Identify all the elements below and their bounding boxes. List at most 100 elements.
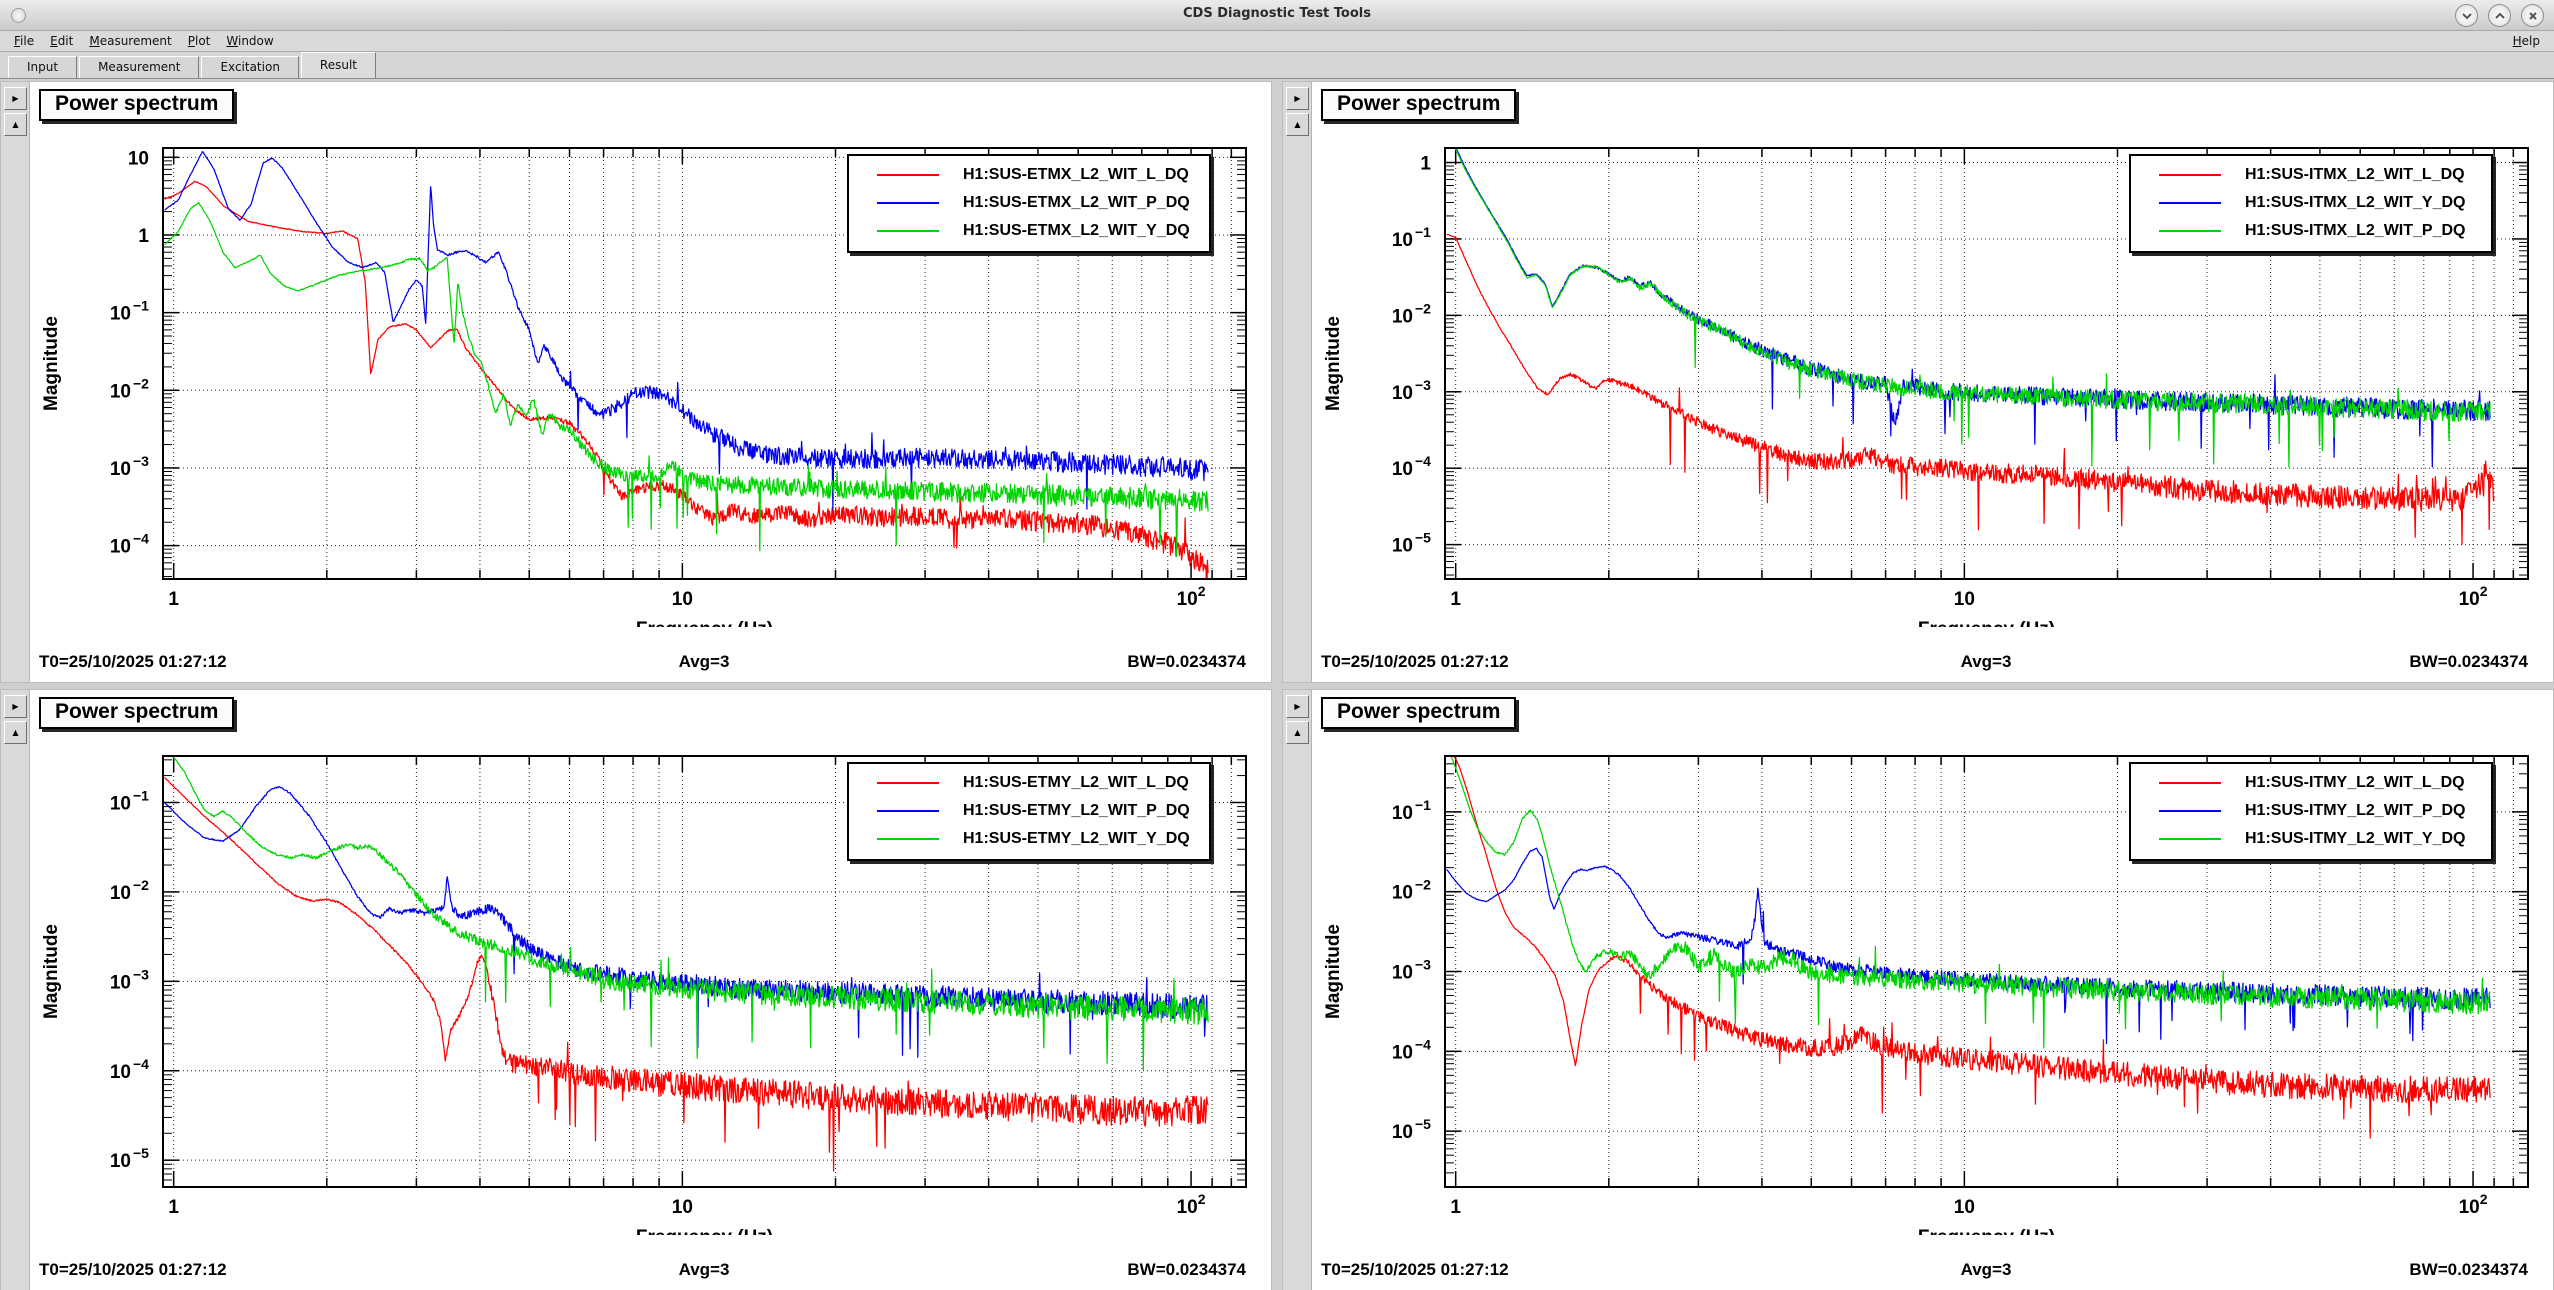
svg-text:−2: −2 xyxy=(133,877,149,893)
tab-input[interactable]: Input xyxy=(8,56,77,78)
svg-text:10: 10 xyxy=(1954,589,1975,610)
plot-title: Power spectrum xyxy=(1321,89,1516,121)
tab-excitation[interactable]: Excitation xyxy=(201,56,298,78)
svg-text:−4: −4 xyxy=(1415,1036,1431,1052)
menu-edit[interactable]: Edit xyxy=(42,33,81,49)
plot-title: Power spectrum xyxy=(39,697,234,729)
maximize-button[interactable] xyxy=(2488,4,2511,27)
plot-legend: H1:SUS-ITMX_L2_WIT_L_DQ H1:SUS-ITMX_L2_WI… xyxy=(2129,154,2493,253)
legend-channel-name: H1:SUS-ITMX_L2_WIT_Y_DQ xyxy=(2245,194,2465,212)
footer-start-time: T0=25/10/2025 01:27:12 xyxy=(39,652,227,672)
svg-text:10: 10 xyxy=(1392,536,1413,557)
plot-footer: T0=25/10/2025 01:27:12Avg=3BW=0.0234374 xyxy=(1,1260,1271,1284)
legend-channel-name: H1:SUS-ITMX_L2_WIT_P_DQ xyxy=(2245,222,2465,240)
legend-channel-name: H1:SUS-ITMX_L2_WIT_L_DQ xyxy=(2245,166,2465,184)
footer-averages: Avg=3 xyxy=(1961,1260,2012,1280)
footer-bandwidth: BW=0.0234374 xyxy=(1127,652,1246,672)
svg-text:−2: −2 xyxy=(1415,300,1431,316)
plots-grid: ▶▲10110−110−210−310−4110102Frequency (Hz… xyxy=(0,78,2554,1290)
legend-line-sample xyxy=(2159,838,2221,840)
svg-text:−5: −5 xyxy=(1415,1116,1431,1132)
window-controls xyxy=(2455,4,2544,27)
footer-averages: Avg=3 xyxy=(679,1260,730,1280)
titlebar[interactable]: CDS Diagnostic Test Tools xyxy=(0,0,2554,31)
legend-item: H1:SUS-ETMX_L2_WIT_Y_DQ xyxy=(849,217,1209,245)
legend-item: H1:SUS-ITMX_L2_WIT_L_DQ xyxy=(2131,161,2491,189)
plot-title: Power spectrum xyxy=(1321,697,1516,729)
svg-text:1: 1 xyxy=(1420,154,1431,175)
svg-text:−1: −1 xyxy=(1415,224,1431,240)
legend-line-sample xyxy=(2159,782,2221,784)
svg-text:10: 10 xyxy=(1392,306,1413,327)
footer-averages: Avg=3 xyxy=(1961,652,2012,672)
plot-footer: T0=25/10/2025 01:27:12 Avg=3 BW=0.0234374 xyxy=(1,652,1271,676)
minimize-button[interactable] xyxy=(2455,4,2478,27)
svg-text:102: 102 xyxy=(2459,583,2488,610)
window-title: CDS Diagnostic Test Tools xyxy=(0,6,2554,21)
svg-text:102: 102 xyxy=(1177,1191,1206,1218)
legend-channel-name: H1:SUS-ETMY_L2_WIT_L_DQ xyxy=(963,774,1189,792)
svg-text:10: 10 xyxy=(110,1151,131,1172)
svg-text:10: 10 xyxy=(110,1062,131,1083)
menu-file[interactable]: File xyxy=(6,33,42,49)
y-axis-label: Magnitude xyxy=(41,924,62,1019)
legend-item: H1:SUS-ETMY_L2_WIT_L_DQ xyxy=(849,769,1209,797)
svg-text:−1: −1 xyxy=(133,787,149,803)
tabbar: Input Measurement Excitation Result xyxy=(0,52,2554,78)
legend-item: H1:SUS-ETMX_L2_WIT_L_DQ xyxy=(849,161,1209,189)
y-axis-label: Magnitude xyxy=(1323,924,1344,1019)
legend-channel-name: H1:SUS-ITMY_L2_WIT_Y_DQ xyxy=(2245,830,2465,848)
menu-plot[interactable]: Plot xyxy=(180,33,219,49)
y-axis-label: Magnitude xyxy=(1323,316,1344,411)
plot-panel: ▶▲10110−110−210−310−4110102Frequency (Hz… xyxy=(1,82,1271,682)
svg-text:10: 10 xyxy=(1392,803,1413,824)
svg-text:10: 10 xyxy=(1392,459,1413,480)
legend-item: H1:SUS-ETMX_L2_WIT_P_DQ xyxy=(849,189,1209,217)
footer-start-time: T0=25/10/2025 01:27:12 xyxy=(1321,1260,1509,1280)
svg-text:10: 10 xyxy=(1392,383,1413,404)
svg-text:10: 10 xyxy=(1392,1122,1413,1143)
close-icon xyxy=(2528,11,2538,21)
legend-channel-name: H1:SUS-ETMX_L2_WIT_Y_DQ xyxy=(963,222,1190,240)
svg-text:−1: −1 xyxy=(133,298,149,314)
legend-channel-name: H1:SUS-ETMX_L2_WIT_P_DQ xyxy=(963,194,1190,212)
tab-measurement[interactable]: Measurement xyxy=(79,56,199,78)
menu-measurement[interactable]: Measurement xyxy=(81,33,179,49)
plot-footer: T0=25/10/2025 01:27:12 Avg=3 BW=0.0234374 xyxy=(1283,1260,2553,1284)
menu-window[interactable]: Window xyxy=(218,33,281,49)
menu-help[interactable]: Help xyxy=(2505,33,2548,49)
x-axis-label: Frequency (Hz) xyxy=(1918,1227,2055,1235)
footer-bandwidth: BW=0.0234374 xyxy=(2409,652,2528,672)
legend-item: H1:SUS-ITMY_L2_WIT_L_DQ xyxy=(2131,769,2491,797)
trace-H1:SUS-ETMX_L2_WIT_Y_DQ xyxy=(165,203,1208,557)
legend-item: H1:SUS-ITMX_L2_WIT_P_DQ xyxy=(2131,217,2491,245)
footer-bandwidth: BW=0.0234374 xyxy=(2409,1260,2528,1280)
plot-panel: ▶▲10−110−210−310−410−5110102Frequency (H… xyxy=(1283,690,2553,1290)
legend-channel-name: H1:SUS-ETMY_L2_WIT_Y_DQ xyxy=(963,830,1190,848)
footer-start-time: T0=25/10/2025 01:27:12 xyxy=(1321,652,1509,672)
legend-item: H1:SUS-ITMY_L2_WIT_Y_DQ xyxy=(2131,825,2491,853)
legend-channel-name: H1:SUS-ETMY_L2_WIT_P_DQ xyxy=(963,802,1190,820)
footer-averages: Avg=3 xyxy=(679,652,730,672)
legend-line-sample xyxy=(877,782,939,784)
svg-text:1: 1 xyxy=(138,226,149,247)
svg-text:−2: −2 xyxy=(133,375,149,391)
legend-line-sample xyxy=(2159,202,2221,204)
plot-panel: ▶▲10−110−210−310−410−5110102Frequency (H… xyxy=(1,690,1271,1290)
legend-line-sample xyxy=(2159,810,2221,812)
svg-text:10: 10 xyxy=(110,793,131,814)
legend-line-sample xyxy=(2159,230,2221,232)
tab-result[interactable]: Result xyxy=(301,52,376,78)
legend-item: H1:SUS-ETMY_L2_WIT_P_DQ xyxy=(849,797,1209,825)
svg-text:10: 10 xyxy=(110,304,131,325)
svg-text:−4: −4 xyxy=(1415,453,1431,469)
svg-text:−2: −2 xyxy=(1415,877,1431,893)
svg-text:102: 102 xyxy=(1177,583,1206,610)
svg-text:10: 10 xyxy=(110,883,131,904)
close-button[interactable] xyxy=(2521,4,2544,27)
legend-line-sample xyxy=(877,838,939,840)
plot-panel: ▶▲110−110−210−310−410−5110102Frequency (… xyxy=(1283,82,2553,682)
legend-line-sample xyxy=(877,202,939,204)
svg-text:10: 10 xyxy=(110,537,131,558)
svg-text:1: 1 xyxy=(168,589,179,610)
